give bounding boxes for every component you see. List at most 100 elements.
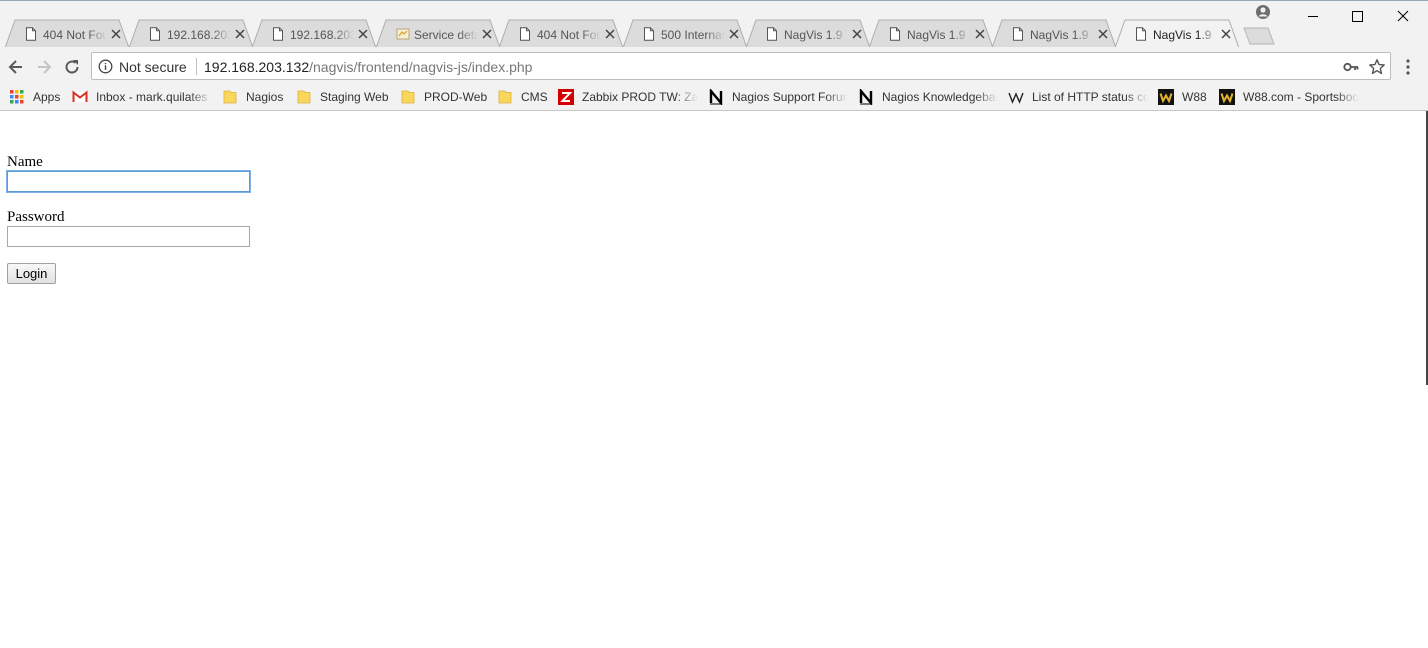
wikipedia-icon — [1008, 89, 1024, 105]
nagios-favicon-icon — [396, 27, 410, 41]
tab-close-icon[interactable] — [851, 28, 863, 40]
bookmark-label: Staging Web — [320, 90, 389, 104]
tab-title: NagVis 1.9 — [784, 28, 843, 42]
url-host: 192.168.203.132 — [204, 59, 310, 75]
bookmark-4[interactable]: Staging Web — [296, 88, 392, 106]
browser-toolbar: Not secure 192.168.203.132/nagvis/fronte… — [0, 47, 1428, 85]
page-icon — [25, 27, 37, 41]
w88-icon — [1158, 89, 1174, 105]
bookmark-label: Nagios Knowledgebase — [882, 90, 998, 104]
login-button[interactable]: Login — [7, 263, 56, 284]
bookmark-label: Apps — [33, 90, 61, 104]
page-icon — [149, 27, 161, 41]
bookmark-label: CMS — [521, 90, 548, 104]
tab-title: NagVis 1.9 — [1030, 28, 1089, 42]
tab-8[interactable]: NagVis 1.9 — [869, 19, 993, 48]
password-field[interactable] — [7, 226, 250, 247]
page-content: Name Password Login — [0, 111, 1426, 648]
tab-title: NagVis 1.9 — [907, 28, 966, 42]
tab-title: 500 Internal — [661, 28, 725, 42]
bookmark-3[interactable]: Nagios — [222, 88, 292, 106]
tab-title: 404 Not Found — [537, 28, 601, 42]
bookmark-9[interactable]: Nagios Knowledgebase — [858, 87, 998, 107]
page-icon — [643, 27, 655, 41]
page-icon — [889, 27, 901, 41]
tab-9[interactable]: NagVis 1.9 — [992, 19, 1116, 48]
zabbix-icon — [558, 89, 574, 105]
tab-close-icon[interactable] — [1097, 28, 1109, 40]
tab-strip: 404 Not Found 192.168.203.132 192.168.203.… — [0, 1, 1428, 48]
key-icon[interactable] — [1343, 59, 1359, 75]
profile-icon[interactable] — [1255, 4, 1271, 20]
folder-icon — [296, 89, 312, 105]
new-tab-button[interactable] — [1240, 27, 1276, 45]
tab-title: NagVis 1.9 — [1153, 28, 1212, 42]
folder-icon — [222, 89, 238, 105]
name-field[interactable] — [7, 171, 250, 192]
bookmark-6[interactable]: CMS — [497, 88, 553, 106]
bookmark-7[interactable]: Zabbix PROD TW: Zabbix — [558, 88, 698, 106]
forward-button[interactable] — [34, 57, 54, 77]
page-icon — [272, 27, 284, 41]
tab-5[interactable]: 404 Not Found — [499, 19, 623, 48]
bookmark-8[interactable]: Nagios Support Forum — [708, 87, 848, 107]
nagios-n-icon — [858, 87, 874, 107]
tab-close-icon[interactable] — [357, 28, 369, 40]
bookmark-label: Nagios Support Forum — [732, 90, 848, 104]
star-icon[interactable] — [1368, 58, 1386, 76]
bookmark-label: PROD-Web — [424, 90, 488, 104]
tab-title: Service details — [414, 28, 478, 42]
more-menu-icon[interactable] — [1400, 58, 1416, 76]
password-label: Password — [7, 209, 65, 225]
folder-icon — [497, 89, 513, 105]
folder-icon — [400, 89, 416, 105]
address-bar[interactable]: Not secure 192.168.203.132/nagvis/fronte… — [91, 52, 1391, 80]
url-path: /nagvis/frontend/nagvis-js/index.php — [309, 59, 533, 75]
reload-button[interactable] — [62, 57, 82, 77]
bookmark-11[interactable]: W88 — [1158, 88, 1210, 106]
tab-close-icon[interactable] — [728, 28, 740, 40]
nagios-n-icon — [708, 87, 724, 107]
apps-grid-icon — [9, 89, 25, 105]
tab-close-icon[interactable] — [481, 28, 493, 40]
bookmarks-bar: Apps Inbox - mark.quilates Nagios Staging W… — [0, 85, 1428, 111]
tab-close-icon[interactable] — [974, 28, 986, 40]
maximize-button[interactable] — [1334, 3, 1380, 29]
page-icon — [519, 27, 531, 41]
minimize-button[interactable] — [1290, 3, 1336, 29]
security-label[interactable]: Not secure — [119, 59, 187, 75]
tab-10[interactable]: NagVis 1.9 — [1115, 19, 1239, 48]
tab-6[interactable]: 500 Internal — [623, 19, 747, 48]
bookmark-label: List of HTTP status codes — [1032, 90, 1148, 104]
close-window-button[interactable] — [1380, 3, 1426, 29]
tab-title: 192.168.203.132 — [167, 28, 231, 42]
tab-close-icon[interactable] — [110, 28, 122, 40]
page-icon — [766, 27, 778, 41]
back-button[interactable] — [6, 57, 26, 77]
gmail-icon — [72, 89, 88, 105]
url-text[interactable]: 192.168.203.132/nagvis/frontend/nagvis-j… — [204, 59, 532, 75]
tab-3[interactable]: 192.168.203.132 — [252, 19, 376, 48]
tab-close-icon[interactable] — [1220, 28, 1232, 40]
tab-7[interactable]: NagVis 1.9 — [746, 19, 870, 48]
tab-1[interactable]: 404 Not Found — [5, 19, 129, 48]
tab-close-icon[interactable] — [234, 28, 246, 40]
bookmark-label: Inbox - mark.quilates — [96, 90, 208, 104]
tab-2[interactable]: 192.168.203.132 — [129, 19, 253, 48]
tab-close-icon[interactable] — [604, 28, 616, 40]
bookmark-12[interactable]: W88.com - Sportsbook — [1219, 88, 1359, 106]
info-icon[interactable] — [98, 59, 113, 74]
bookmark-5[interactable]: PROD-Web — [400, 88, 490, 106]
page-icon — [1012, 27, 1024, 41]
tab-title: 192.168.203.132 — [290, 28, 354, 42]
bookmark-label: W88 — [1182, 90, 1207, 104]
bookmark-2[interactable]: Inbox - mark.quilates — [72, 88, 212, 106]
tab-title: 404 Not Found — [43, 28, 107, 42]
bookmark-label: Zabbix PROD TW: Zabbix — [582, 90, 698, 104]
bookmark-10[interactable]: List of HTTP status codes — [1008, 88, 1148, 106]
bookmark-1[interactable]: Apps — [9, 88, 69, 106]
w88-icon — [1219, 89, 1235, 105]
tab-4[interactable]: Service details — [376, 19, 500, 48]
url-separator — [196, 58, 197, 75]
bookmark-label: W88.com - Sportsbook — [1243, 90, 1359, 104]
